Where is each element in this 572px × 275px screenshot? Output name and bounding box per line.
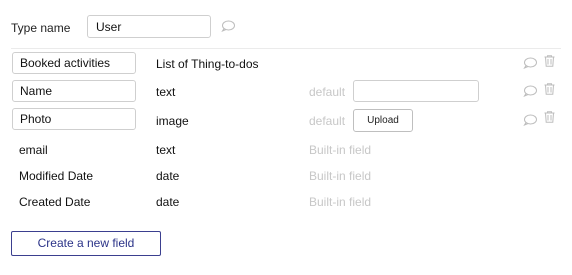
comment-icon[interactable]	[523, 57, 537, 69]
builtin-field-name: Created Date	[19, 195, 91, 209]
builtin-field-note: Built-in field	[309, 143, 372, 157]
comment-icon[interactable]	[221, 20, 235, 32]
create-new-field-button[interactable]: Create a new field	[11, 231, 161, 256]
comment-icon[interactable]	[523, 85, 537, 97]
type-name-input[interactable]	[87, 15, 211, 38]
field-name-input[interactable]: Photo	[12, 108, 136, 130]
field-type-label: date	[156, 195, 180, 209]
divider	[11, 48, 561, 49]
field-name-input[interactable]: Name	[12, 80, 136, 102]
field-type-label: image	[156, 114, 189, 128]
trash-icon[interactable]	[544, 55, 555, 67]
builtin-field-name: email	[19, 143, 48, 157]
upload-button[interactable]: Upload	[353, 109, 413, 132]
builtin-field-name: Modified Date	[19, 169, 94, 183]
default-value-input[interactable]	[353, 80, 479, 102]
field-type-label: text	[156, 85, 176, 99]
trash-icon[interactable]	[544, 111, 555, 123]
trash-icon[interactable]	[544, 83, 555, 95]
field-name-input[interactable]: Booked activities	[12, 52, 136, 74]
field-type-label: List of Thing-to-dos	[156, 57, 259, 71]
default-label: default	[309, 114, 346, 128]
default-label: default	[309, 85, 346, 99]
type-name-label: Type name	[11, 21, 71, 35]
builtin-field-note: Built-in field	[309, 195, 372, 209]
field-type-label: date	[156, 169, 180, 183]
field-type-label: text	[156, 143, 176, 157]
builtin-field-note: Built-in field	[309, 169, 372, 183]
comment-icon[interactable]	[523, 114, 537, 126]
